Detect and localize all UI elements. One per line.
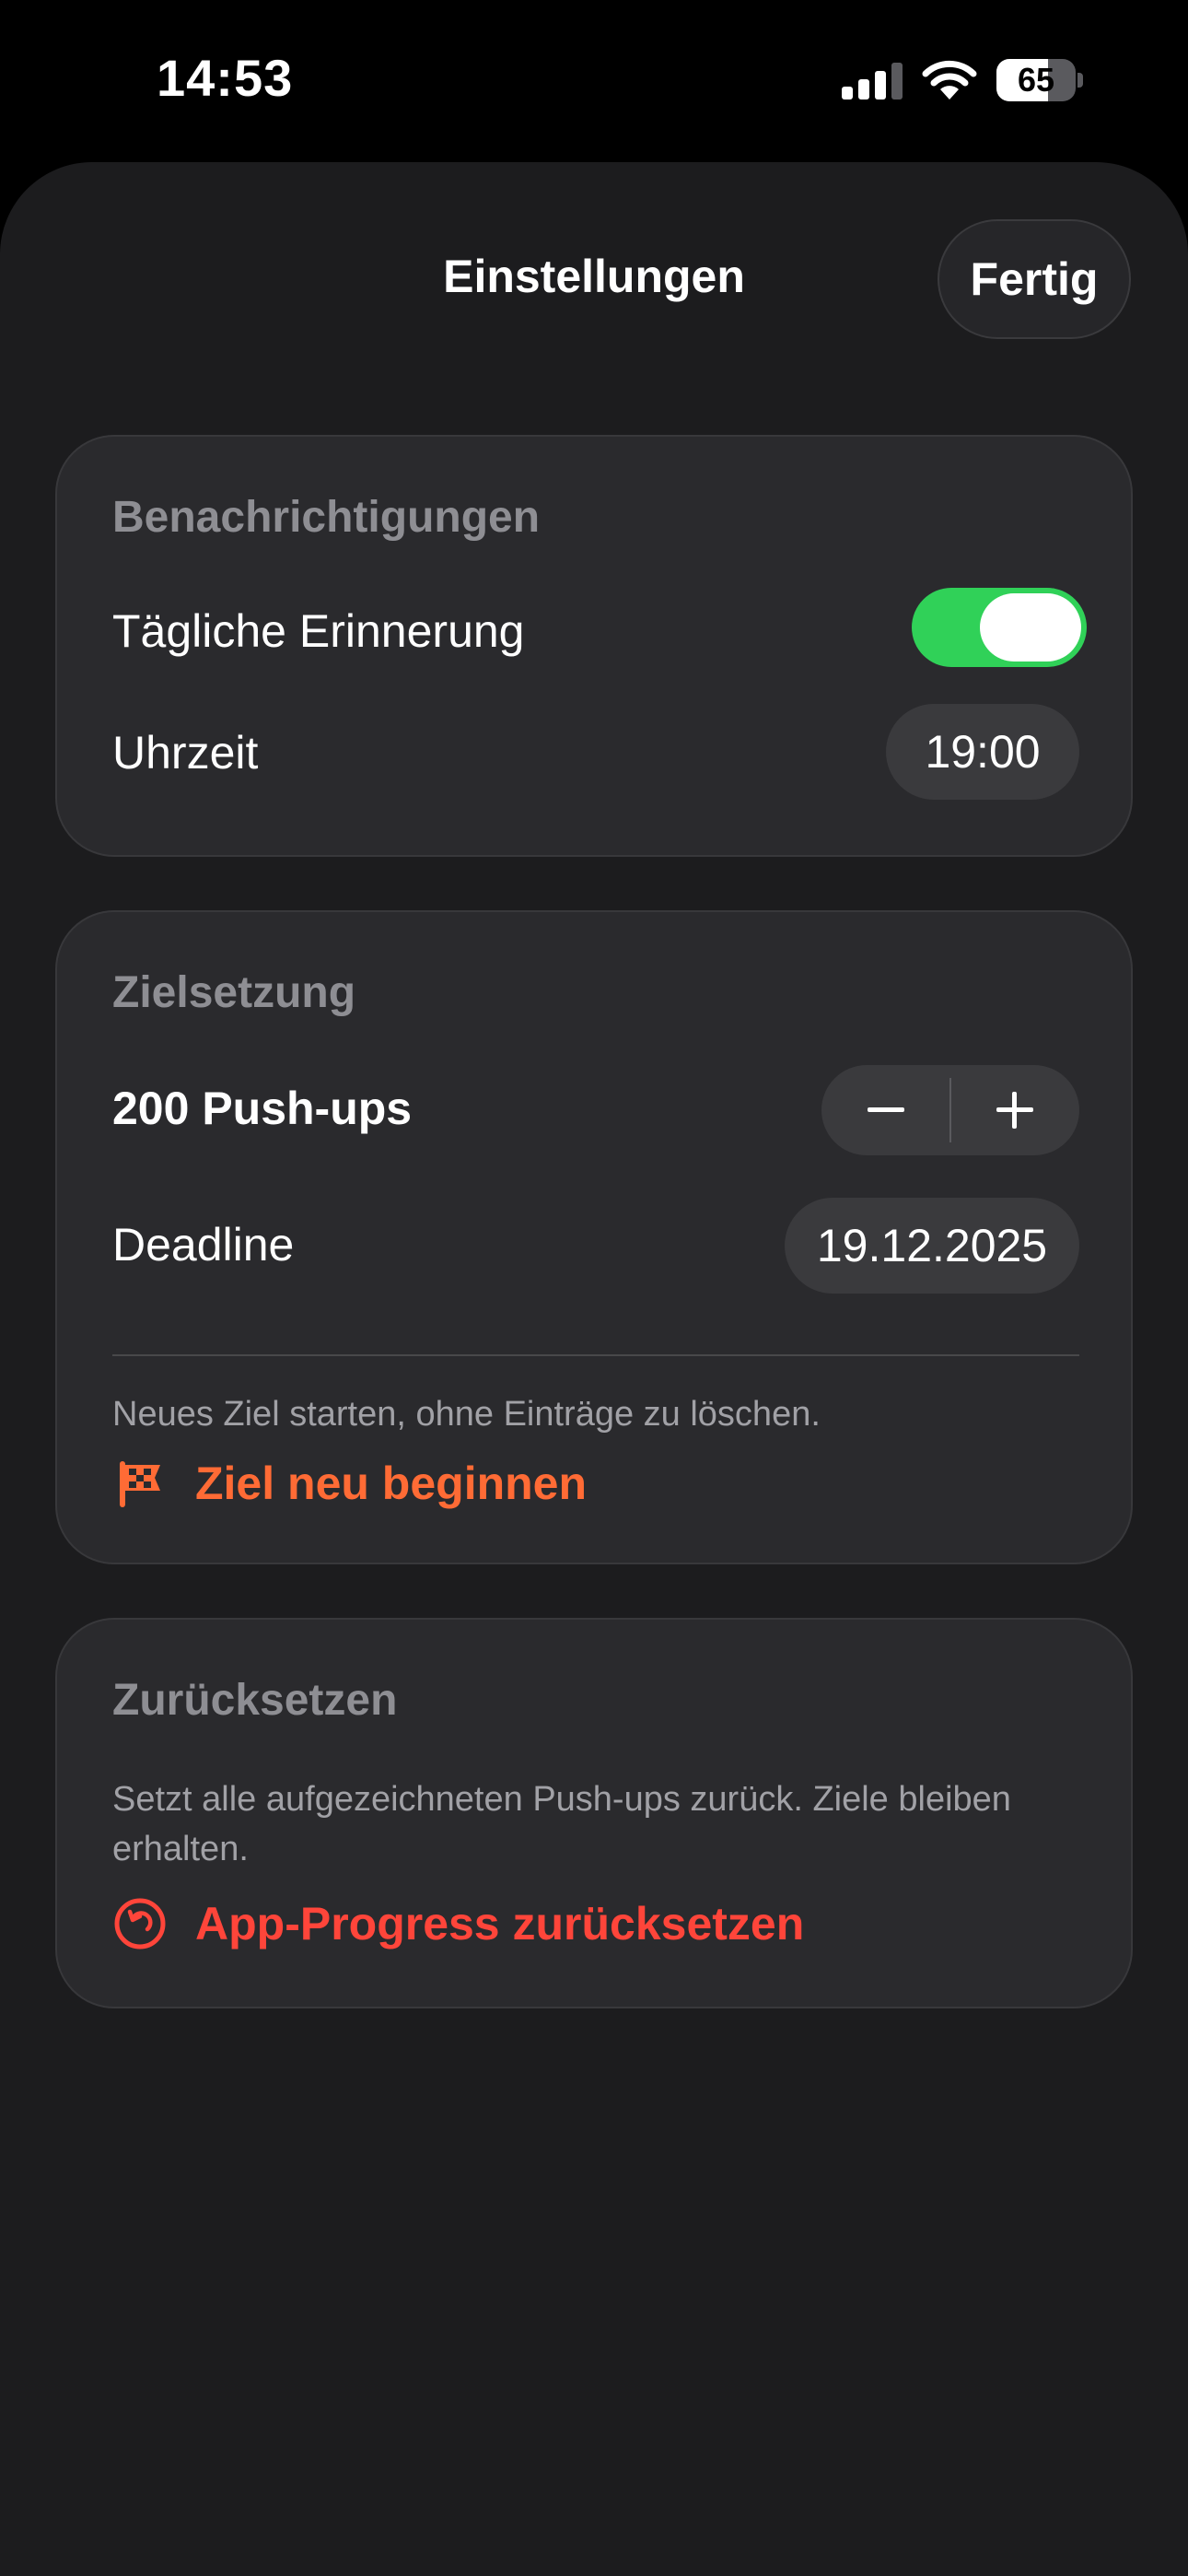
- restart-goal-label: Ziel neu beginnen: [195, 1458, 588, 1509]
- minus-icon: [868, 1107, 904, 1112]
- settings-sheet: Einstellungen Fertig Benachrichtigungen …: [0, 162, 1188, 2576]
- increment-button[interactable]: [950, 1065, 1079, 1155]
- goal-stepper: [821, 1065, 1079, 1155]
- goal-separator: [112, 1354, 1079, 1356]
- reset-progress-label: App-Progress zurücksetzen: [195, 1898, 805, 1950]
- cellular-signal-icon: [842, 63, 903, 100]
- reminder-time-label: Uhrzeit: [112, 727, 259, 779]
- reset-section-title: Zurücksetzen: [112, 1676, 398, 1725]
- goal-section-title: Zielsetzung: [112, 968, 356, 1017]
- deadline-date-picker[interactable]: 19.12.2025: [785, 1198, 1079, 1294]
- reset-arrow-icon: [112, 1896, 168, 1951]
- checkered-flag-icon: [112, 1456, 168, 1511]
- goal-target-label: 200 Push-ups: [112, 1083, 413, 1134]
- daily-reminder-toggle[interactable]: [912, 588, 1087, 667]
- battery-icon: 65: [996, 59, 1085, 101]
- goal-restart-note: Neues Ziel starten, ohne Einträge zu lös…: [112, 1395, 821, 1434]
- notifications-card: Benachrichtigungen Tägliche Erinnerung U…: [55, 435, 1133, 857]
- status-bar: 14:53 65: [0, 0, 1188, 162]
- goal-card: Zielsetzung 200 Push-ups Deadline 19.12.…: [55, 910, 1133, 1564]
- reset-note: Setzt alle aufgezeichneten Push-ups zurü…: [112, 1780, 1011, 1868]
- decrement-button[interactable]: [821, 1065, 950, 1155]
- battery-level: 65: [1017, 61, 1055, 99]
- toggle-knob: [980, 593, 1081, 662]
- done-button[interactable]: Fertig: [938, 219, 1131, 339]
- status-time: 14:53: [157, 49, 294, 107]
- plus-icon: [996, 1092, 1033, 1129]
- reminder-time-picker[interactable]: 19:00: [886, 704, 1079, 800]
- notifications-section-title: Benachrichtigungen: [112, 493, 541, 542]
- deadline-label: Deadline: [112, 1219, 295, 1270]
- restart-goal-button[interactable]: Ziel neu beginnen: [112, 1456, 587, 1511]
- reset-card: Zurücksetzen Setzt alle aufgezeichneten …: [55, 1618, 1133, 2008]
- daily-reminder-label: Tägliche Erinnerung: [112, 605, 525, 657]
- wifi-icon: [922, 60, 977, 100]
- reset-progress-button[interactable]: App-Progress zurücksetzen: [112, 1896, 804, 1951]
